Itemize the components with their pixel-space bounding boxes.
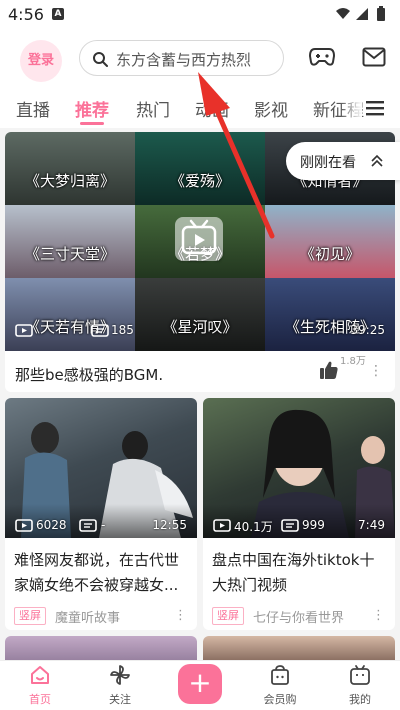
collage-cell: 《大梦归离》 <box>5 132 135 205</box>
game-controller-icon[interactable] <box>308 46 336 72</box>
danmaku-icon <box>91 324 109 340</box>
chevron-up-icon <box>370 153 384 172</box>
home-icon <box>31 666 49 684</box>
shopping-bag-icon <box>271 665 289 685</box>
nav-home[interactable]: 首页 <box>10 664 70 707</box>
tv-face-icon <box>350 665 370 685</box>
uploader-name[interactable]: 七仔与你看世界 <box>253 607 344 626</box>
play-count-icon <box>15 519 33 535</box>
pinwheel-icon <box>110 665 130 685</box>
nav-mine-label: 我的 <box>349 693 371 706</box>
video-duration: 12:55 <box>152 518 187 532</box>
collage-cell: 《天若有情》 <box>5 278 135 351</box>
search-placeholder: 东方含蓄与西方热烈 <box>116 51 252 69</box>
tab-film[interactable]: 影视 <box>254 96 288 121</box>
tab-live[interactable]: 直播 <box>16 96 50 121</box>
danmaku-icon <box>281 519 299 535</box>
category-tabs: 直播 推荐 热门 动画 影视 新征程 <box>0 90 400 128</box>
active-tab-indicator <box>80 122 104 125</box>
danmaku-count: 185 <box>111 323 134 337</box>
collage-caption: 《爱殇》 <box>169 172 230 190</box>
video-duration: 39:25 <box>350 323 385 337</box>
collage-caption: 《星河叹》 <box>162 318 238 336</box>
collage-cell: 《爱殇》 <box>135 132 265 205</box>
video-title: 那些be感极强的BGM. <box>15 366 164 384</box>
danmaku-icon <box>79 519 97 535</box>
system-status-icons <box>334 6 390 26</box>
top-header: 登录 东方含蓄与西方热烈 <box>0 30 400 90</box>
play-count: 40.1万 <box>234 520 273 534</box>
play-count-icon <box>213 519 231 535</box>
collage-cell: 《生死相随》 <box>265 278 395 351</box>
search-icon <box>92 51 108 71</box>
nav-mall[interactable]: 会员购 <box>250 664 310 707</box>
bottom-navigation: 首页 关注 + 会员购 我的 <box>0 660 400 710</box>
collage-cell: 《三寸天堂》 <box>5 205 135 278</box>
more-options-icon[interactable]: ⋮ <box>369 363 383 379</box>
nav-follow-label: 关注 <box>109 693 131 706</box>
vertical-tag: 竖屏 <box>212 607 244 625</box>
video-title: 难怪网友都说，在古代世家嫡女绝不会被穿越女... <box>14 551 180 594</box>
thumbs-up-icon[interactable] <box>319 360 339 384</box>
status-time: 4:56 <box>8 5 44 24</box>
recently-watched-button[interactable]: 刚刚在看 <box>286 142 400 180</box>
video-card[interactable]: 40.1万 999 7:49 盘点中国在海外tiktok十大热门视频 竖屏 七仔… <box>203 398 395 630</box>
collage-cell: 《初见》 <box>265 205 395 278</box>
video-card[interactable]: 6028 - 12:55 难怪网友都说，在古代世家嫡女绝不会被穿越女... 竖屏… <box>5 398 197 630</box>
more-options-icon[interactable]: ⋮ <box>174 608 187 623</box>
mail-icon[interactable] <box>362 47 386 71</box>
collage-caption: 《初见》 <box>299 245 360 263</box>
danmaku-count: 999 <box>302 518 325 532</box>
nav-mall-label: 会员购 <box>263 693 297 706</box>
danmaku-count: - <box>101 518 106 532</box>
collage-cell: 《星河叹》 <box>135 278 265 351</box>
publish-plus-button[interactable]: + <box>178 664 222 704</box>
nav-follow[interactable]: 关注 <box>90 664 150 707</box>
play-count: 6028 <box>36 518 67 532</box>
video-thumbnail: 6028 - 12:55 <box>5 398 197 538</box>
video-thumbnail: 40.1万 999 7:49 <box>203 398 395 538</box>
video-title: 盘点中国在海外tiktok十大热门视频 <box>212 551 375 594</box>
tab-anime[interactable]: 动画 <box>195 96 229 121</box>
tab-hot[interactable]: 热门 <box>136 96 170 121</box>
notification-a-icon: A <box>52 8 64 20</box>
tv-play-icon <box>175 217 223 261</box>
nav-mine[interactable]: 我的 <box>330 664 390 707</box>
collage-caption: 《三寸天堂》 <box>24 245 115 263</box>
collage-caption: 《大梦归离》 <box>24 172 115 190</box>
search-bar[interactable]: 东方含蓄与西方热烈 <box>79 40 284 76</box>
nav-home-label: 首页 <box>29 693 51 706</box>
vertical-tag: 竖屏 <box>14 607 46 625</box>
uploader-name[interactable]: 魔童听故事 <box>55 607 120 626</box>
tab-recommend[interactable]: 推荐 <box>75 96 109 121</box>
login-button[interactable]: 登录 <box>20 40 62 82</box>
more-options-icon[interactable]: ⋮ <box>372 608 385 623</box>
like-count: 1.8万 <box>340 356 366 367</box>
play-count-icon <box>15 324 33 340</box>
menu-icon[interactable] <box>366 100 384 120</box>
wifi-signal-battery-icon <box>336 6 385 21</box>
tabs-fade <box>340 90 362 128</box>
status-bar: 4:56 A <box>0 0 400 30</box>
recently-watched-label: 刚刚在看 <box>300 155 356 171</box>
video-duration: 7:49 <box>358 518 385 532</box>
